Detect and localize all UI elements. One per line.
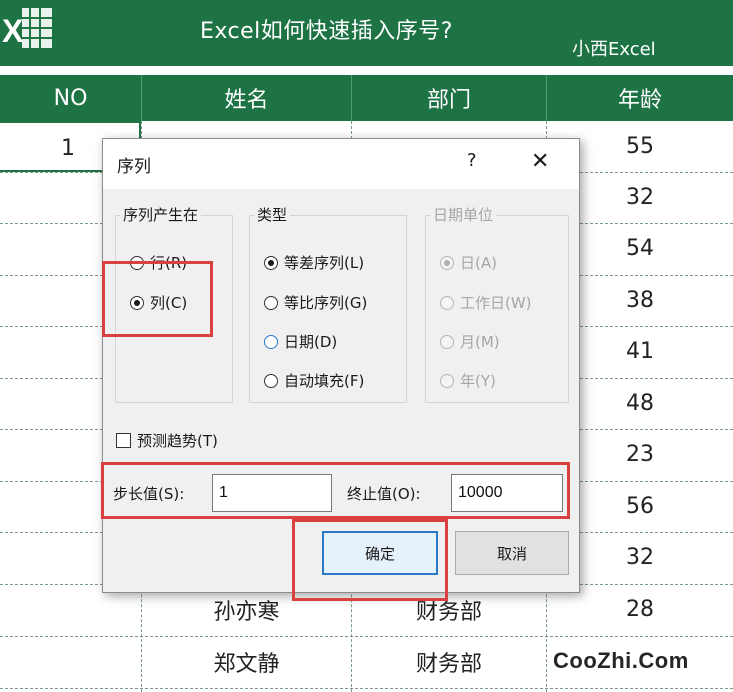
type-legend: 类型 — [254, 204, 291, 225]
cell-name[interactable]: 郑文静 — [142, 636, 351, 687]
close-icon[interactable]: ✕ — [531, 149, 549, 174]
highlight-box-ok — [292, 519, 448, 601]
radio-linear[interactable]: 等差序列(L) — [264, 252, 364, 273]
highlight-box-values — [101, 462, 570, 519]
radio-label: 等比序列(G) — [284, 294, 368, 312]
radio-button[interactable] — [264, 255, 278, 270]
radio-label: 日(A) — [460, 254, 497, 272]
radio-autofill[interactable]: 自动填充(F) — [264, 370, 364, 391]
watermark: CooZhi.Com — [553, 648, 689, 673]
radio-growth[interactable]: 等比序列(G) — [264, 292, 367, 313]
radio-weekday: 工作日(W) — [440, 292, 532, 313]
header-age[interactable]: 年龄 — [547, 75, 733, 121]
help-button[interactable]: ? — [467, 150, 477, 171]
title-banner: X Excel如何快速插入序号? 小西Excel — [0, 0, 733, 66]
banner-title: Excel如何快速插入序号? — [200, 19, 453, 44]
radio-label: 自动填充(F) — [284, 372, 365, 390]
header-divider — [351, 75, 352, 121]
header-divider — [546, 75, 547, 121]
svg-text:X: X — [2, 13, 24, 49]
excel-logo-icon: X — [2, 8, 52, 49]
radio-button — [440, 295, 454, 310]
trend-label: 预测趋势(T) — [137, 432, 218, 450]
radio-button[interactable] — [264, 373, 278, 388]
radio-button — [440, 373, 454, 388]
header-no[interactable]: NO — [0, 75, 141, 121]
grid-line — [0, 688, 733, 689]
cell-dept[interactable]: 财务部 — [352, 636, 546, 687]
type-group: 类型 等差序列(L) 等比序列(G) 日期(D) 自动填充(F) — [249, 204, 407, 403]
radio-button — [440, 255, 454, 270]
radio-label: 等差序列(L) — [284, 254, 365, 272]
dialog-title: 序列 — [117, 157, 151, 177]
dialog-titlebar[interactable]: 序列 ? ✕ — [103, 139, 579, 189]
radio-button — [440, 334, 454, 349]
radio-month: 月(M) — [440, 331, 500, 352]
date-unit-legend: 日期单位 — [430, 204, 497, 225]
radio-label: 日期(D) — [284, 333, 338, 351]
highlight-box-column — [102, 261, 213, 337]
trend-checkbox[interactable] — [116, 433, 131, 448]
cancel-button[interactable]: 取消 — [455, 531, 569, 575]
radio-button[interactable] — [264, 295, 278, 310]
date-unit-group: 日期单位 日(A) 工作日(W) 月(M) 年(Y) — [425, 204, 569, 403]
series-in-legend: 序列产生在 — [120, 204, 202, 225]
radio-date[interactable]: 日期(D) — [264, 331, 337, 352]
radio-label: 年(Y) — [460, 372, 496, 390]
trend-checkbox-row[interactable]: 预测趋势(T) — [116, 430, 218, 451]
radio-label: 工作日(W) — [460, 294, 532, 312]
radio-button[interactable] — [264, 334, 278, 349]
header-dept[interactable]: 部门 — [352, 75, 546, 121]
header-name[interactable]: 姓名 — [142, 75, 351, 121]
banner-brand: 小西Excel — [572, 39, 656, 60]
header-divider — [141, 75, 142, 121]
radio-year: 年(Y) — [440, 370, 496, 391]
radio-day: 日(A) — [440, 252, 497, 273]
radio-label: 月(M) — [460, 333, 500, 351]
